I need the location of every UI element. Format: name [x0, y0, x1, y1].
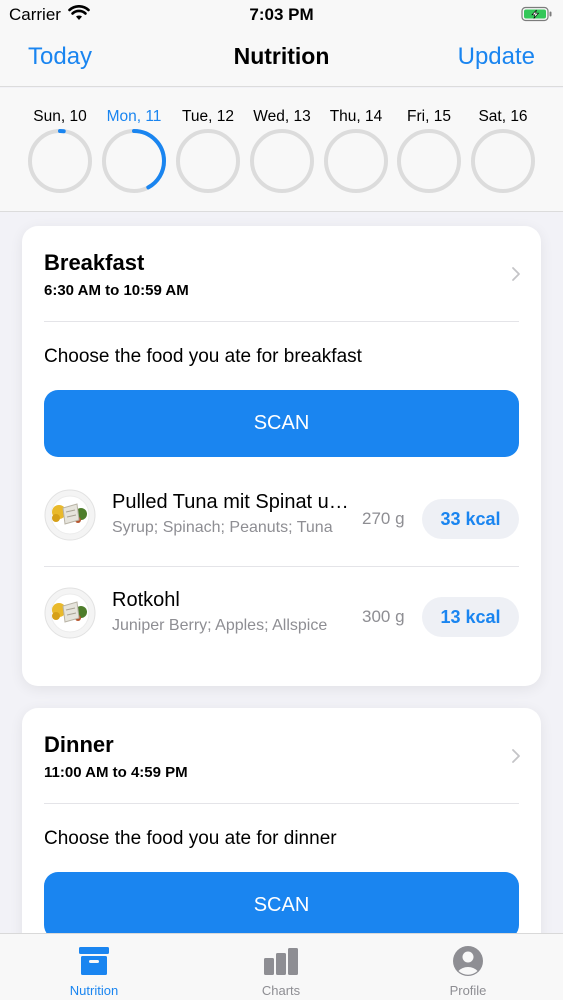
scan-button[interactable]: SCAN [44, 390, 519, 457]
day-progress-ring [397, 129, 461, 193]
chevron-right-icon[interactable] [511, 266, 521, 287]
meal-prompt: Choose the food you ate for dinner [44, 828, 337, 849]
tab-label: Profile [449, 983, 487, 998]
bar-chart-icon [263, 945, 299, 982]
chevron-right-icon[interactable] [511, 748, 521, 769]
divider [44, 321, 519, 322]
day-mon-11[interactable]: Mon, 11 [97, 108, 171, 194]
day-label: Tue, 12 [182, 108, 234, 125]
food-image [44, 587, 96, 644]
tab-charts[interactable]: Charts [221, 934, 341, 1000]
update-button[interactable]: Update [458, 43, 535, 71]
meal-prompt: Choose the food you ate for breakfast [44, 346, 362, 367]
day-progress-ring [176, 129, 240, 193]
navigation-bar: Today Nutrition Update [0, 30, 563, 87]
ring-track [250, 129, 314, 193]
day-progress-ring [102, 129, 166, 193]
archive-box-icon [76, 945, 112, 982]
ring-track [28, 129, 92, 193]
week-strip: Sun, 10 Mon, 11 Tue, 12 Wed, 13 Thu, 14 … [0, 88, 563, 212]
day-label: Sun, 10 [33, 108, 87, 125]
meal-title: Dinner [44, 732, 114, 757]
battery-charging-icon [521, 6, 553, 27]
scan-button[interactable]: SCAN [44, 872, 519, 939]
day-thu-14[interactable]: Thu, 14 [319, 108, 393, 194]
kcal-badge: 33 kcal [422, 499, 519, 539]
ring-track [471, 129, 535, 193]
person-circle-icon [450, 945, 486, 982]
day-tue-12[interactable]: Tue, 12 [171, 108, 245, 194]
screen: Carrier 7:03 PM Today Nutrition Update S… [0, 0, 563, 1000]
divider [44, 803, 519, 804]
day-wed-13[interactable]: Wed, 13 [245, 108, 319, 194]
day-label: Wed, 13 [253, 108, 311, 125]
meal-title: Breakfast [44, 250, 145, 275]
food-item[interactable]: Pulled Tuna mit Spinat und Erdnüssen Syr… [22, 469, 541, 567]
day-label: Fri, 15 [407, 108, 451, 125]
tab-bar: Nutrition Charts Profile [0, 933, 563, 1000]
ring-track [397, 129, 461, 193]
food-name: Pulled Tuna mit Spinat und Erdnüssen [112, 491, 356, 513]
kcal-badge: 13 kcal [422, 597, 519, 637]
day-progress-ring [471, 129, 535, 193]
day-progress-ring [324, 129, 388, 193]
day-progress-ring [28, 129, 92, 193]
tab-label: Charts [261, 983, 301, 998]
food-name: Rotkohl [112, 589, 180, 611]
tab-nutrition[interactable]: Nutrition [34, 934, 154, 1000]
day-sun-10[interactable]: Sun, 10 [23, 108, 97, 194]
tab-profile[interactable]: Profile [408, 934, 528, 1000]
food-image [44, 489, 96, 546]
food-weight: 300 g [362, 607, 405, 626]
tab-label: Nutrition [69, 983, 119, 998]
day-progress-ring [250, 129, 314, 193]
food-ingredients: Syrup; Spinach; Peanuts; Tuna [112, 519, 333, 536]
food-item[interactable]: Rotkohl Juniper Berry; Apples; Allspice … [22, 567, 541, 665]
ring-track [324, 129, 388, 193]
day-label: Mon, 11 [106, 108, 162, 125]
day-fri-15[interactable]: Fri, 15 [392, 108, 466, 194]
day-sat-16[interactable]: Sat, 16 [466, 108, 540, 194]
meal-card-breakfast: Breakfast 6:30 AM to 10:59 AM Choose the… [22, 226, 541, 686]
day-label: Thu, 14 [329, 108, 383, 125]
meal-time-range: 6:30 AM to 10:59 AM [44, 282, 189, 299]
food-ingredients: Juniper Berry; Apples; Allspice [112, 617, 328, 634]
status-bar: Carrier 7:03 PM [0, 0, 563, 30]
food-weight: 270 g [362, 509, 405, 528]
day-label: Sat, 16 [478, 108, 528, 125]
meal-time-range: 11:00 AM to 4:59 PM [44, 764, 188, 781]
ring-track [176, 129, 240, 193]
clock: 7:03 PM [249, 5, 314, 24]
